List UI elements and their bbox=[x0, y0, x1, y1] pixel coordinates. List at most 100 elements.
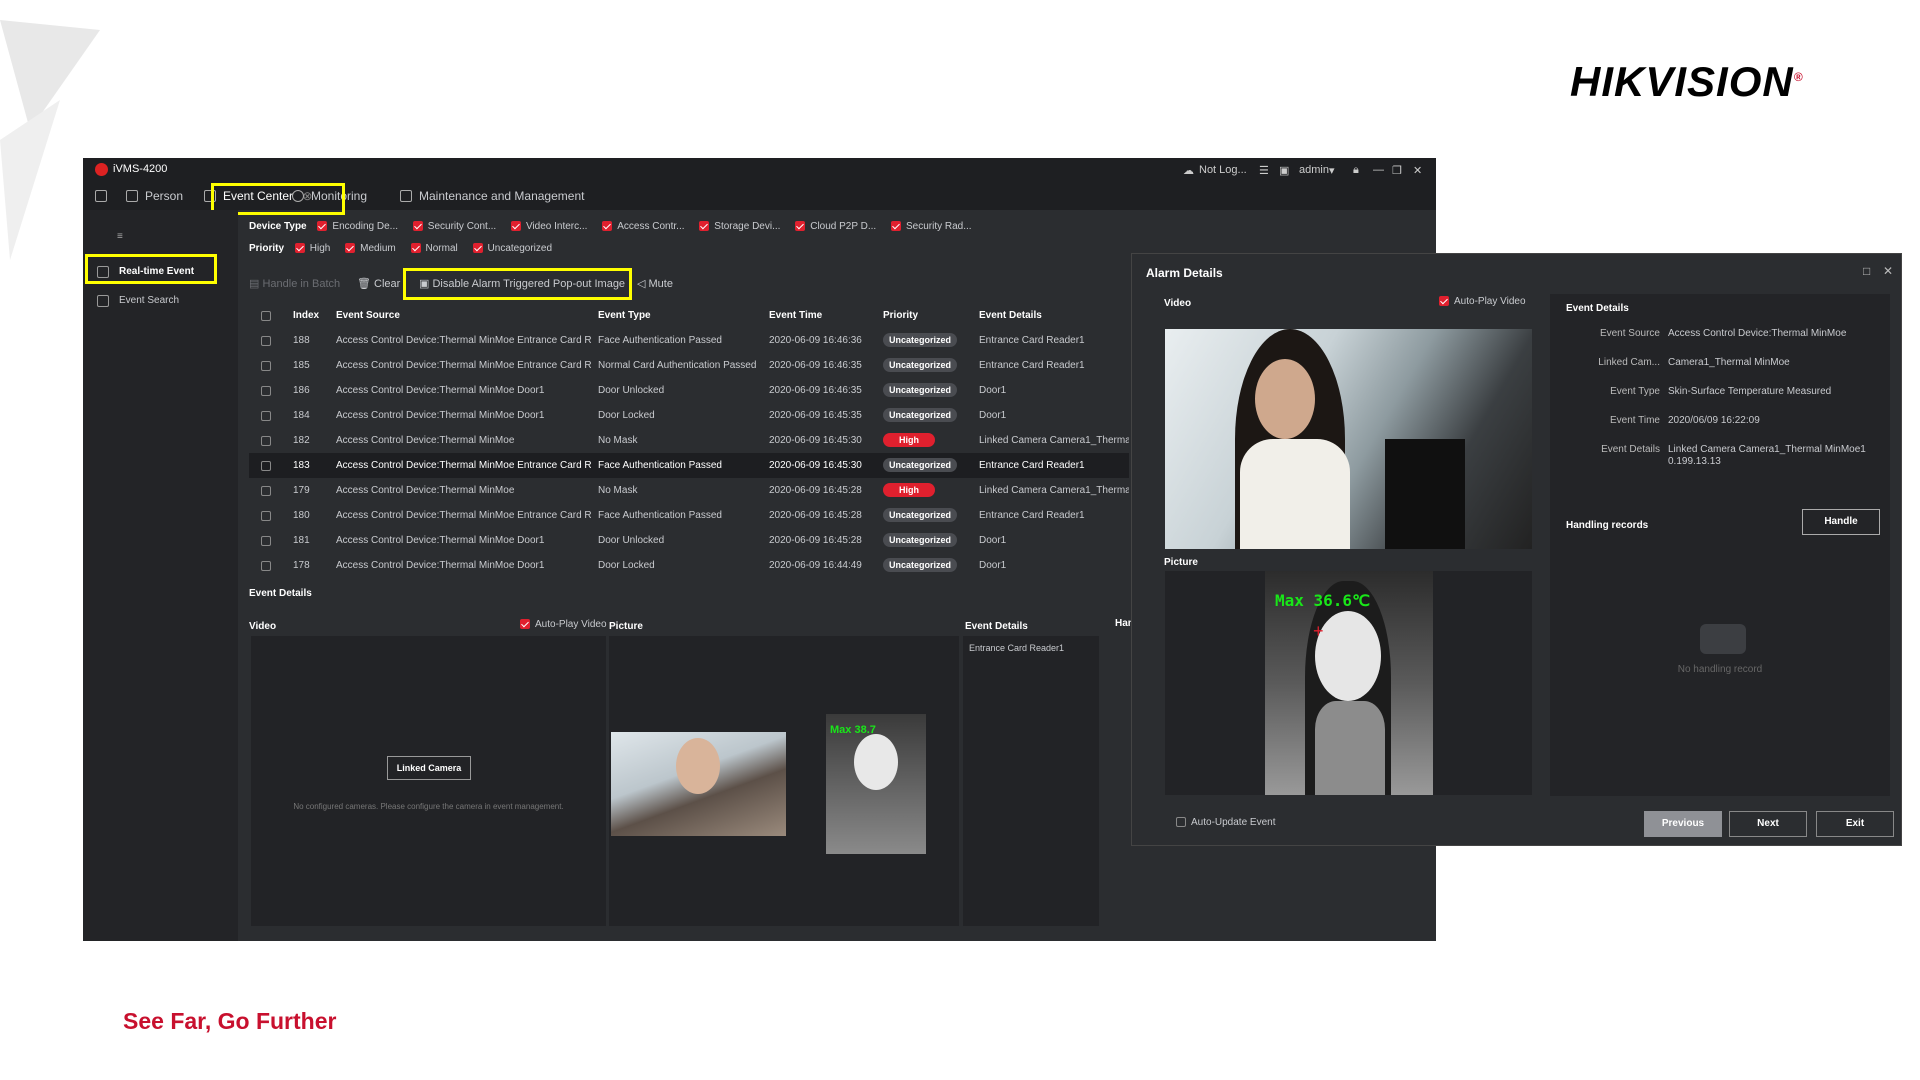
filter-security-control[interactable]: Security Cont... bbox=[412, 218, 496, 236]
cell-time: 2020-06-09 16:46:35 bbox=[769, 360, 862, 371]
dialog-autoplay-toggle[interactable]: Auto-Play Video bbox=[1439, 296, 1526, 307]
row-checkbox[interactable] bbox=[261, 561, 271, 571]
cell-index: 186 bbox=[293, 385, 310, 396]
filter-storage[interactable]: Storage Devi... bbox=[699, 218, 780, 236]
exit-button[interactable]: Exit bbox=[1816, 811, 1894, 837]
filter-video-intercom[interactable]: Video Interc... bbox=[510, 218, 587, 236]
filter-uncategorized[interactable]: Uncategorized bbox=[472, 240, 552, 258]
title-bar: iVMS-4200 ☁ Not Log... ☰ ▣ admin ▾ 🔒︎ — … bbox=[83, 158, 1436, 182]
linked-camera-button[interactable]: Linked Camera bbox=[387, 756, 471, 780]
handle-button[interactable]: Handle bbox=[1802, 509, 1880, 535]
cell-type: Face Authentication Passed bbox=[598, 510, 722, 521]
handle-batch-button[interactable]: ▤ Handle in Batch bbox=[249, 270, 340, 298]
cell-source: Access Control Device:Thermal MinMoe Doo… bbox=[336, 385, 545, 396]
row-checkbox[interactable] bbox=[261, 411, 271, 421]
auto-update-toggle[interactable]: Auto-Update Event bbox=[1176, 817, 1276, 828]
window-icon[interactable]: ▣ bbox=[1279, 164, 1289, 177]
tab-maintenance[interactable]: Maintenance and Management bbox=[397, 185, 584, 207]
table-row[interactable]: 186 Access Control Device:Thermal MinMoe … bbox=[249, 378, 1129, 403]
filter-normal[interactable]: Normal bbox=[410, 240, 458, 258]
close-icon[interactable]: ✕ bbox=[1413, 164, 1422, 177]
table-row[interactable]: 179 Access Control Device:Thermal MinMoe N… bbox=[249, 478, 1129, 503]
row-checkbox[interactable] bbox=[261, 511, 271, 521]
person-icon bbox=[126, 190, 138, 202]
col-event-time[interactable]: Event Time bbox=[769, 304, 822, 328]
filter-security-radar[interactable]: Security Rad... bbox=[890, 218, 972, 236]
filter-encoding[interactable]: Encoding De... bbox=[317, 218, 398, 236]
filter-access-control[interactable]: Access Contr... bbox=[602, 218, 685, 236]
table-row[interactable]: 182 Access Control Device:Thermal MinMoe N… bbox=[249, 428, 1129, 453]
table-row[interactable]: 188 Access Control Device:Thermal MinMoe … bbox=[249, 328, 1129, 353]
sidebar-item-event-search[interactable]: Event Search bbox=[93, 290, 179, 312]
app-logo-icon bbox=[95, 163, 108, 176]
mute-button[interactable]: ◁ Mute bbox=[637, 270, 673, 298]
col-event-type[interactable]: Event Type bbox=[598, 304, 651, 328]
user-menu[interactable]: admin bbox=[1299, 164, 1329, 176]
tab-person[interactable]: Person bbox=[123, 185, 183, 207]
filter-medium[interactable]: Medium bbox=[345, 240, 396, 258]
row-checkbox[interactable] bbox=[261, 461, 271, 471]
select-all-checkbox[interactable] bbox=[261, 311, 271, 321]
close-icon[interactable]: ✕ bbox=[1883, 264, 1893, 278]
cell-type: Face Authentication Passed bbox=[598, 335, 722, 346]
thermal-photo: Max 38.7 bbox=[826, 714, 926, 854]
restore-icon[interactable]: ❐ bbox=[1392, 164, 1402, 177]
network-status[interactable]: Not Log... bbox=[1199, 164, 1247, 176]
cell-time: 2020-06-09 16:45:28 bbox=[769, 485, 862, 496]
row-checkbox[interactable] bbox=[261, 536, 271, 546]
list-icon[interactable]: ☰ bbox=[1259, 164, 1269, 177]
col-index[interactable]: Index bbox=[293, 304, 319, 328]
target-cross-icon: + bbox=[1313, 621, 1324, 641]
autoplay-toggle[interactable]: Auto-Play Video bbox=[520, 619, 607, 630]
col-priority[interactable]: Priority bbox=[883, 304, 918, 328]
filter-high[interactable]: High bbox=[294, 240, 330, 258]
cell-priority: Uncategorized bbox=[883, 553, 958, 572]
lock-icon[interactable]: 🔒︎ bbox=[1353, 164, 1359, 177]
cell-details: Entrance Card Reader1 bbox=[979, 510, 1085, 521]
table-header: Index Event Source Event Type Event Time… bbox=[249, 304, 1129, 328]
table-row[interactable]: 184 Access Control Device:Thermal MinMoe … bbox=[249, 403, 1129, 428]
cell-priority: Uncategorized bbox=[883, 328, 958, 353]
minimize-icon[interactable]: — bbox=[1373, 164, 1384, 176]
wrench-icon bbox=[400, 190, 412, 202]
cell-details: Door1 bbox=[979, 385, 1007, 396]
cloud-icon[interactable]: ☁ bbox=[1183, 164, 1194, 177]
filter-cloud-p2p[interactable]: Cloud P2P D... bbox=[795, 218, 876, 236]
chevron-down-icon[interactable]: ▾ bbox=[1329, 164, 1335, 177]
menu-icon[interactable]: ≡ bbox=[91, 226, 123, 248]
priority-badge: Uncategorized bbox=[883, 458, 958, 472]
cell-index: 183 bbox=[293, 460, 310, 471]
event-table: Index Event Source Event Type Event Time… bbox=[249, 304, 1129, 572]
cell-priority: Uncategorized bbox=[883, 353, 958, 378]
cell-details: Linked Camera Camera1_Thermal M bbox=[979, 435, 1129, 446]
table-row[interactable]: 183 Access Control Device:Thermal MinMoe … bbox=[249, 453, 1129, 478]
table-row[interactable]: 185 Access Control Device:Thermal MinMoe … bbox=[249, 353, 1129, 378]
row-checkbox[interactable] bbox=[261, 361, 271, 371]
table-row[interactable]: 178 Access Control Device:Thermal MinMoe … bbox=[249, 553, 1129, 572]
cell-type: Door Locked bbox=[598, 560, 655, 571]
cell-type: Face Authentication Passed bbox=[598, 460, 722, 471]
cell-type: Normal Card Authentication Passed bbox=[598, 360, 757, 371]
table-row[interactable]: 181 Access Control Device:Thermal MinMoe … bbox=[249, 528, 1129, 553]
table-row[interactable]: 180 Access Control Device:Thermal MinMoe … bbox=[249, 503, 1129, 528]
row-checkbox[interactable] bbox=[261, 336, 271, 346]
row-checkbox[interactable] bbox=[261, 436, 271, 446]
event-details-panel: Entrance Card Reader1 bbox=[963, 636, 1099, 926]
row-checkbox[interactable] bbox=[261, 486, 271, 496]
clear-button[interactable]: 🗑︎ Clear bbox=[357, 270, 400, 298]
maximize-icon[interactable]: □ bbox=[1863, 264, 1870, 278]
cell-source: Access Control Device:Thermal MinMoe bbox=[336, 435, 515, 446]
previous-button[interactable]: Previous bbox=[1644, 811, 1722, 837]
cell-type: No Mask bbox=[598, 435, 638, 446]
col-event-details[interactable]: Event Details bbox=[979, 304, 1042, 328]
empty-tray-icon bbox=[1700, 624, 1746, 654]
col-event-source[interactable]: Event Source bbox=[336, 304, 400, 328]
cell-priority: Uncategorized bbox=[883, 453, 958, 478]
row-checkbox[interactable] bbox=[261, 386, 271, 396]
next-button[interactable]: Next bbox=[1729, 811, 1807, 837]
event-details-value: Entrance Card Reader1 bbox=[969, 643, 1065, 653]
dialog-picture-panel: Max 36.6℃ + bbox=[1165, 571, 1532, 795]
handling-records-label: Handling records bbox=[1566, 520, 1649, 531]
grid-icon[interactable] bbox=[91, 185, 113, 207]
device-type-label: Device Type bbox=[249, 221, 307, 232]
